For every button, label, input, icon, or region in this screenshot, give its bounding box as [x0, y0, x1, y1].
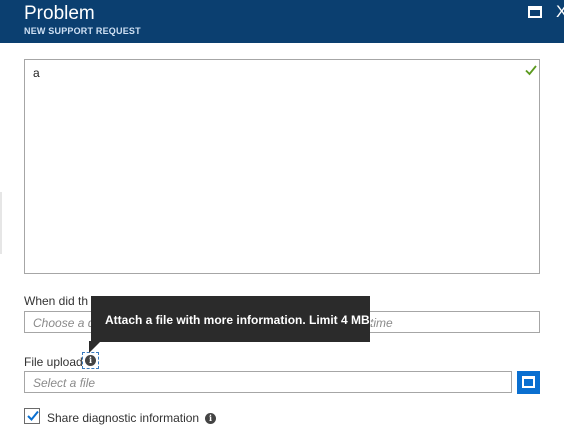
- problem-description-value: a: [33, 66, 40, 80]
- share-diagnostic-checkbox[interactable]: [24, 408, 40, 424]
- resize-handle[interactable]: [0, 192, 2, 254]
- problem-description-textarea[interactable]: a: [24, 59, 540, 274]
- page-subtitle: NEW SUPPORT REQUEST: [24, 26, 141, 36]
- browse-file-button[interactable]: [517, 371, 540, 394]
- checkmark-icon: [27, 410, 39, 421]
- tooltip-arrow: [89, 341, 101, 353]
- file-upload-label: File upload: [24, 355, 83, 369]
- browse-icon: [522, 376, 535, 388]
- info-icon[interactable]: i: [85, 355, 96, 366]
- page-title: Problem: [24, 3, 95, 24]
- close-icon[interactable]: X: [556, 2, 564, 22]
- diagnostic-info-icon[interactable]: i: [205, 413, 216, 424]
- blade-header: Problem NEW SUPPORT REQUEST X: [0, 0, 564, 43]
- file-select-placeholder: Select a file: [33, 376, 96, 390]
- when-placeholder-right: time: [370, 316, 393, 330]
- when-placeholder-left: Choose a d: [33, 316, 95, 330]
- when-label: When did th: [24, 294, 89, 308]
- file-select-input[interactable]: Select a file: [24, 371, 512, 393]
- check-icon: [525, 65, 537, 76]
- file-upload-tooltip: Attach a file with more information. Lim…: [91, 296, 373, 342]
- maximize-icon[interactable]: [528, 6, 542, 18]
